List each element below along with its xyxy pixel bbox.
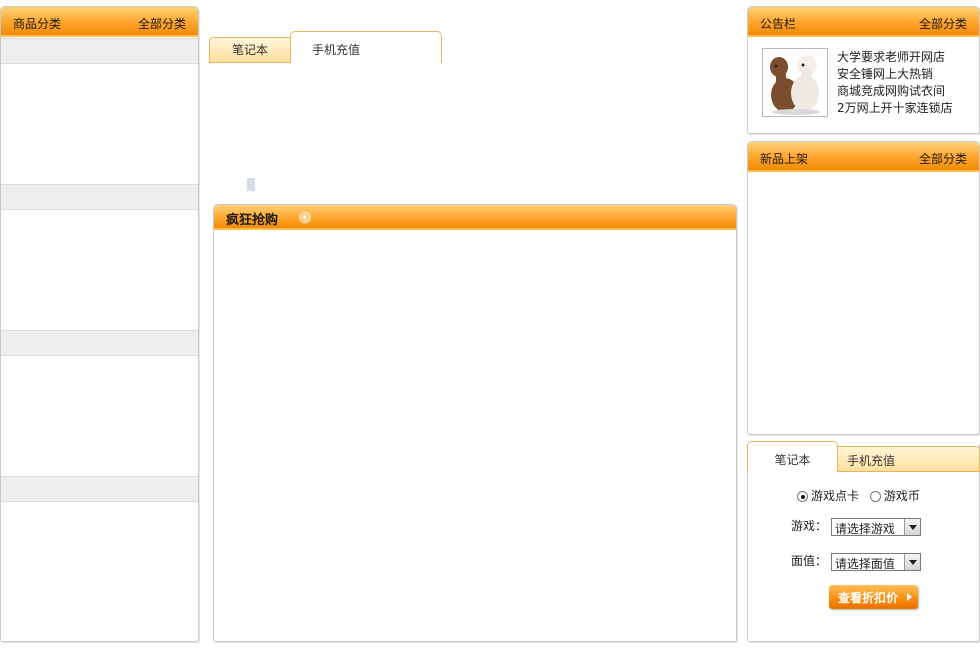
notice-item[interactable]: 2万网上开十家连锁店 xyxy=(837,100,953,117)
tab-phone-recharge[interactable]: 手机充值 xyxy=(290,31,442,63)
new-arrivals-panel: 新品上架 全部分类 xyxy=(747,141,980,435)
notice-list: 大学要求老师开网店 安全锤网上大热销 商城竞成网购试衣间 2万网上开十家连锁店 xyxy=(837,49,953,117)
radio-game-coin-control[interactable] xyxy=(869,491,881,502)
category-group-bar xyxy=(1,476,198,502)
tab-recharge-notebook[interactable]: 笔记本 xyxy=(747,441,838,472)
tab-notebook-label: 笔记本 xyxy=(231,43,268,57)
alpaca-plush-image[interactable] xyxy=(762,48,828,117)
game-select-row: 游戏： 请选择游戏 xyxy=(791,517,921,536)
radio-game-coin[interactable]: 游戏币 xyxy=(869,489,920,503)
value-select-value: 请选择面值 xyxy=(834,556,895,571)
banner-placeholder xyxy=(247,178,255,191)
value-label: 面值： xyxy=(791,554,828,568)
notice-item[interactable]: 大学要求老师开网店 xyxy=(837,49,953,66)
category-title: 商品分类 xyxy=(13,17,62,31)
new-arrivals-header: 新品上架 全部分类 xyxy=(748,142,979,172)
tab-recharge-phone[interactable]: 手机充值 xyxy=(837,446,980,472)
recharge-panel xyxy=(747,444,980,642)
notice-all-link[interactable]: 全部分类 xyxy=(919,15,967,32)
radio-game-card-label: 游戏点卡 xyxy=(811,489,860,503)
category-group-bar xyxy=(1,184,198,210)
notice-item[interactable]: 安全锤网上大热销 xyxy=(837,66,953,83)
tab-recharge-notebook-label: 笔记本 xyxy=(774,453,811,467)
new-arrivals-all-link[interactable]: 全部分类 xyxy=(919,150,967,167)
category-panel: 商品分类 全部分类 xyxy=(0,6,199,642)
radio-game-coin-label: 游戏币 xyxy=(883,489,920,503)
circle-arrow-right-icon[interactable] xyxy=(298,210,312,224)
card-type-radio-group: 游戏点卡 游戏币 xyxy=(797,487,920,504)
game-select-value: 请选择游戏 xyxy=(834,521,895,536)
notice-panel: 公告栏 全部分类 大学要求老师开网店 安全锤网上大热销 商城竞成网购试衣间 2万… xyxy=(747,6,980,134)
value-select-row: 面值： 请选择面值 xyxy=(791,552,921,571)
view-discount-button-label: 查看折扣价 xyxy=(838,591,899,605)
tab-phone-recharge-label: 手机充值 xyxy=(312,43,361,57)
notice-item[interactable]: 商城竞成网购试衣间 xyxy=(837,83,953,100)
flash-sale-panel: 疯狂抢购 xyxy=(213,204,737,642)
notice-title: 公告栏 xyxy=(760,17,797,31)
category-group-bar xyxy=(1,38,198,64)
view-discount-button[interactable]: 查看折扣价 xyxy=(829,585,918,609)
notice-header: 公告栏 全部分类 xyxy=(748,7,979,37)
value-select[interactable]: 请选择面值 xyxy=(830,552,921,571)
flash-sale-header: 疯狂抢购 xyxy=(214,205,736,230)
chevron-down-icon[interactable] xyxy=(903,553,920,570)
category-group-bar xyxy=(1,330,198,356)
radio-game-card-control[interactable] xyxy=(797,491,808,502)
flash-sale-title: 疯狂抢购 xyxy=(226,213,279,228)
tab-recharge-phone-label: 手机充值 xyxy=(847,454,896,468)
radio-game-card[interactable]: 游戏点卡 xyxy=(797,489,863,503)
arrow-right-icon xyxy=(907,593,912,601)
tab-notebook[interactable]: 笔记本 xyxy=(209,37,291,63)
tab-baseline xyxy=(209,62,291,63)
category-header: 商品分类 全部分类 xyxy=(1,7,198,37)
chevron-down-icon[interactable] xyxy=(903,518,920,535)
all-categories-link[interactable]: 全部分类 xyxy=(138,15,186,32)
new-arrivals-title: 新品上架 xyxy=(760,152,809,166)
game-label: 游戏： xyxy=(791,519,828,533)
game-select[interactable]: 请选择游戏 xyxy=(830,517,921,536)
